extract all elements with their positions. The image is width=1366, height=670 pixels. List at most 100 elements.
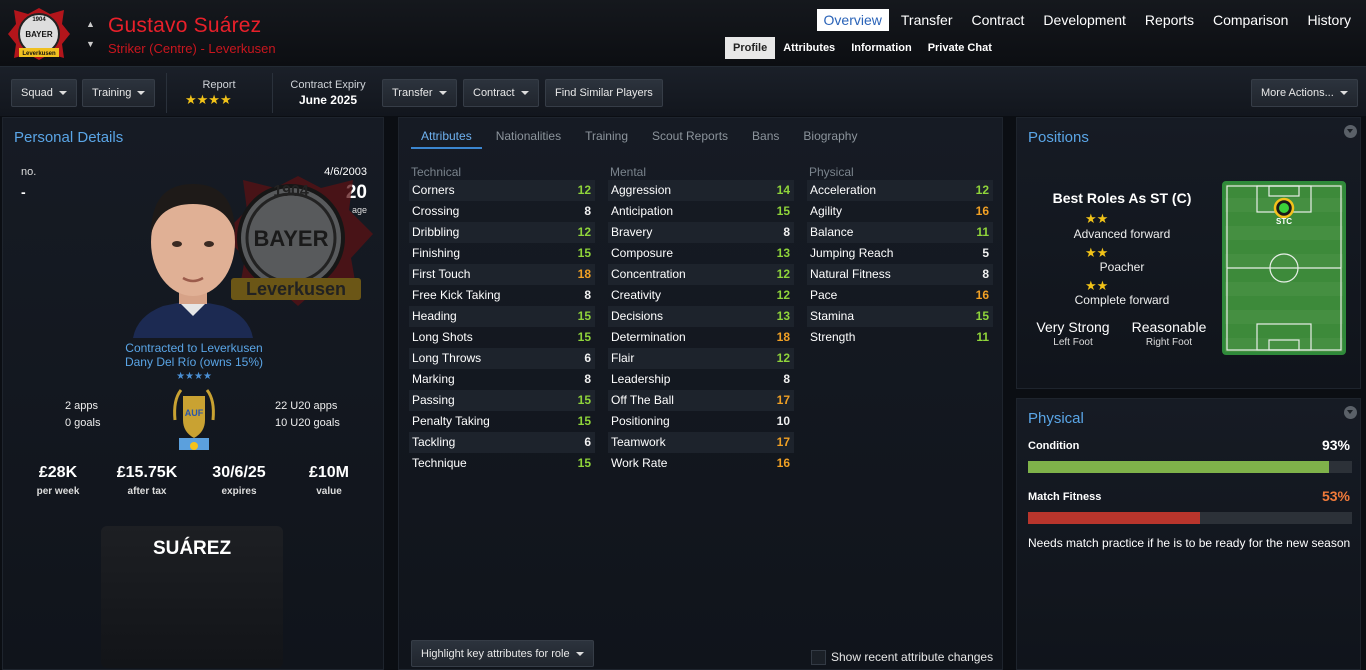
attribute-row[interactable]: Positioning 10 (608, 411, 794, 432)
attribute-name: Strength (810, 330, 856, 344)
attribute-row[interactable]: Passing 15 (409, 390, 595, 411)
club-badge-icon: 1904 BAYER Leverkusen (8, 8, 70, 60)
tab-biography[interactable]: Biography (793, 125, 867, 149)
subtab-private-chat[interactable]: Private Chat (920, 37, 1000, 59)
attribute-value: 8 (584, 288, 591, 302)
attribute-row[interactable]: Long Shots 15 (409, 327, 595, 348)
attribute-row[interactable]: Jumping Reach 5 (807, 243, 993, 264)
attribute-row[interactable]: Natural Fitness 8 (807, 264, 993, 285)
tab-scout-reports[interactable]: Scout Reports (642, 125, 738, 149)
attribute-row[interactable]: Free Kick Taking 8 (409, 285, 595, 306)
attribute-row[interactable]: Heading 15 (409, 306, 595, 327)
highlight-role-button[interactable]: Highlight key attributes for role (411, 640, 594, 667)
next-player-icon[interactable]: ▼ (86, 34, 96, 54)
tab-bans[interactable]: Bans (742, 125, 789, 149)
attribute-row[interactable]: Corners 12 (409, 180, 595, 201)
toolbar: Squad Training Report ★★★★ Contract Expi… (0, 66, 1366, 116)
attribute-row[interactable]: Leadership 8 (608, 369, 794, 390)
attribute-row[interactable]: Creativity 12 (608, 285, 794, 306)
badge-name-text: BAYER (25, 30, 52, 39)
tab-transfer[interactable]: Transfer (894, 9, 960, 31)
attribute-name: Crossing (412, 204, 460, 218)
attribute-value: 12 (577, 225, 591, 239)
attribute-row[interactable]: Concentration 12 (608, 264, 794, 285)
tab-reports[interactable]: Reports (1138, 9, 1201, 31)
national-team-crest-icon[interactable]: AUF (171, 386, 217, 454)
u20-apps-count: 22 U20 apps (275, 400, 338, 412)
tab-training[interactable]: Training (575, 125, 638, 149)
attribute-value: 13 (776, 246, 790, 260)
tab-history[interactable]: History (1300, 9, 1358, 31)
subtab-profile[interactable]: Profile (725, 37, 776, 59)
attribute-row[interactable]: Technique 15 (409, 453, 595, 474)
personal-details-title: Personal Details (14, 129, 124, 146)
tab-attributes[interactable]: Attributes (411, 125, 482, 149)
attribute-row[interactable]: Composure 13 (608, 243, 794, 264)
report-stars[interactable]: ★★★★ (185, 92, 232, 108)
attribute-row[interactable]: Bravery 8 (608, 222, 794, 243)
attribute-row[interactable]: Aggression 14 (608, 180, 794, 201)
attribute-row[interactable]: Penalty Taking 15 (409, 411, 595, 432)
striker-position-marker-icon[interactable] (1273, 197, 1295, 219)
attribute-row[interactable]: Marking 8 (409, 369, 595, 390)
attribute-value: 15 (776, 204, 790, 218)
find-similar-button[interactable]: Find Similar Players (545, 79, 663, 107)
tab-comparison[interactable]: Comparison (1206, 9, 1295, 31)
tab-development[interactable]: Development (1036, 9, 1133, 31)
owner-info[interactable]: Dany Del Río (owns 15%) (83, 355, 305, 369)
large-badge-name-text: BAYER (254, 226, 329, 251)
right-foot-label: Right Foot (1145, 337, 1193, 348)
attribute-row[interactable]: Agility 16 (807, 201, 993, 222)
attribute-row[interactable]: Balance 11 (807, 222, 993, 243)
tab-contract[interactable]: Contract (965, 9, 1032, 31)
player-switch-arrows[interactable]: ▲ ▼ (86, 14, 96, 54)
after-tax-value: £15.75K (116, 464, 178, 481)
attribute-row[interactable]: Finishing 15 (409, 243, 595, 264)
toolbar-divider (272, 73, 273, 113)
attribute-row[interactable]: Off The Ball 17 (608, 390, 794, 411)
attribute-value: 8 (982, 267, 989, 281)
role-name: Advanced forward (1073, 227, 1171, 241)
attribute-row[interactable]: Decisions 13 (608, 306, 794, 327)
subtab-information[interactable]: Information (843, 37, 920, 59)
attribute-row[interactable]: Work Rate 16 (608, 453, 794, 474)
match-fitness-bar-fill (1028, 512, 1200, 524)
contracted-to[interactable]: Contracted to Leverkusen (83, 341, 305, 355)
position-pitch[interactable]: STC (1222, 181, 1346, 355)
attribute-row[interactable]: Strength 11 (807, 327, 993, 348)
prev-player-icon[interactable]: ▲ (86, 14, 96, 34)
squad-button[interactable]: Squad (11, 79, 77, 107)
attribute-row[interactable]: Dribbling 12 (409, 222, 595, 243)
attribute-row[interactable]: Flair 12 (608, 348, 794, 369)
more-actions-button[interactable]: More Actions... (1251, 79, 1358, 107)
more-actions-label: More Actions... (1261, 87, 1334, 99)
attribute-row[interactable]: Anticipation 15 (608, 201, 794, 222)
attribute-row[interactable]: Determination 18 (608, 327, 794, 348)
condition-bar (1028, 461, 1352, 473)
crest-text: AUF (185, 408, 204, 418)
attribute-row[interactable]: Crossing 8 (409, 201, 595, 222)
attribute-row[interactable]: Teamwork 17 (608, 432, 794, 453)
apps-count: 2 apps (65, 400, 99, 412)
show-changes-checkbox[interactable] (811, 650, 826, 665)
attribute-row[interactable]: Tackling 6 (409, 432, 595, 453)
player-subtitle[interactable]: Striker (Centre) - Leverkusen (108, 41, 276, 56)
collapse-icon[interactable] (1344, 406, 1357, 419)
attribute-name: Balance (810, 225, 854, 239)
subtab-attributes[interactable]: Attributes (775, 37, 843, 59)
contract-button[interactable]: Contract (463, 79, 539, 107)
transfer-button[interactable]: Transfer (382, 79, 457, 107)
attribute-row[interactable]: Long Throws 6 (409, 348, 595, 369)
attribute-row[interactable]: Acceleration 12 (807, 180, 993, 201)
tab-overview[interactable]: Overview (816, 9, 889, 31)
attribute-row[interactable]: Stamina 15 (807, 306, 993, 327)
chevron-down-icon (520, 91, 529, 96)
top-nav: Overview Transfer Contract Development R… (812, 9, 1358, 31)
collapse-icon[interactable] (1344, 125, 1357, 138)
attribute-value: 17 (776, 393, 790, 407)
tab-nationalities[interactable]: Nationalities (486, 125, 571, 149)
attribute-row[interactable]: First Touch 18 (409, 264, 595, 285)
attribute-row[interactable]: Pace 16 (807, 285, 993, 306)
training-button[interactable]: Training (82, 79, 156, 107)
attribute-value: 15 (577, 414, 591, 428)
